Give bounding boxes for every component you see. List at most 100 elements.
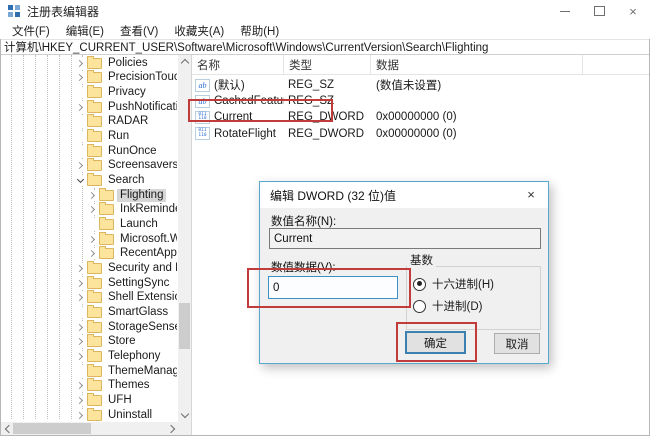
tree-item-launch[interactable]: Launch bbox=[1, 217, 177, 232]
expand-icon[interactable] bbox=[87, 248, 98, 259]
tree-item-precisiontouchpa[interactable]: PrecisionTouchPa bbox=[1, 71, 177, 86]
menu-item-f[interactable]: 文件(F) bbox=[4, 23, 58, 39]
tree-item-label: Search bbox=[105, 174, 147, 187]
tree-vertical-scrollbar[interactable] bbox=[178, 55, 191, 435]
value-name: Current bbox=[214, 111, 252, 123]
folder-icon bbox=[87, 263, 102, 274]
expand-icon[interactable] bbox=[75, 351, 86, 362]
folder-icon bbox=[87, 292, 102, 303]
maximize-button[interactable] bbox=[582, 0, 616, 22]
expand-icon[interactable] bbox=[75, 278, 86, 289]
expand-icon[interactable] bbox=[75, 380, 86, 391]
expand-icon[interactable] bbox=[75, 263, 86, 274]
menu-item-v[interactable]: 查看(V) bbox=[112, 23, 166, 39]
tree-item-microsoft-wind[interactable]: Microsoft.Wind bbox=[1, 232, 177, 247]
tree-item-storagesense[interactable]: StorageSense bbox=[1, 320, 177, 335]
collapse-icon[interactable] bbox=[75, 175, 86, 186]
expand-icon[interactable] bbox=[87, 234, 98, 245]
tree-item-themes[interactable]: Themes bbox=[1, 378, 177, 393]
scroll-right-icon[interactable] bbox=[165, 422, 178, 435]
tree-item-recentapps[interactable]: RecentApps bbox=[1, 247, 177, 262]
value-name: CachedFeature... bbox=[214, 95, 284, 107]
tree-item-uninstall[interactable]: Uninstall bbox=[1, 408, 177, 423]
cancel-button[interactable]: 取消 bbox=[494, 333, 540, 354]
tree-item-privacy[interactable]: Privacy bbox=[1, 85, 177, 100]
ok-button[interactable]: 确定 bbox=[405, 331, 466, 354]
expand-icon[interactable] bbox=[75, 292, 86, 303]
value-data: (数值未设置) bbox=[371, 77, 649, 93]
radio-hexadecimal[interactable]: 十六进制(H) bbox=[413, 276, 494, 292]
minimize-icon bbox=[560, 11, 570, 12]
column-header-data[interactable]: 数据 bbox=[371, 55, 583, 74]
value-row-cachedfeature[interactable]: CachedFeature...REG_SZ bbox=[192, 93, 649, 109]
tree-item-security-and-mai[interactable]: Security and Mai bbox=[1, 261, 177, 276]
expander-placeholder bbox=[75, 87, 86, 98]
folder-icon bbox=[87, 380, 102, 391]
value-name-field[interactable] bbox=[269, 228, 541, 249]
menu-item-h[interactable]: 帮助(H) bbox=[232, 23, 287, 39]
expand-icon[interactable] bbox=[75, 336, 86, 347]
expand-icon[interactable] bbox=[75, 58, 86, 69]
tree-item-label: Uninstall bbox=[105, 409, 155, 422]
address-bar[interactable]: 计算机\HKEY_CURRENT_USER\Software\Microsoft… bbox=[1, 39, 649, 55]
dialog-close-button[interactable]: × bbox=[518, 184, 544, 204]
expand-icon[interactable] bbox=[75, 322, 86, 333]
expand-icon[interactable] bbox=[75, 410, 86, 421]
radio-decimal[interactable]: 十进制(D) bbox=[413, 298, 482, 314]
folder-icon bbox=[87, 87, 102, 98]
folder-icon bbox=[87, 160, 102, 171]
folder-icon bbox=[87, 72, 102, 83]
tree-item-inkreminder[interactable]: InkReminder bbox=[1, 203, 177, 218]
menu-item-e[interactable]: 编辑(E) bbox=[58, 23, 112, 39]
tree-item-runonce[interactable]: RunOnce bbox=[1, 144, 177, 159]
tree-item-smartglass[interactable]: SmartGlass bbox=[1, 305, 177, 320]
tree-horizontal-scrollbar[interactable] bbox=[1, 422, 178, 435]
expand-icon[interactable] bbox=[75, 72, 86, 83]
value-row-item[interactable]: (默认)REG_SZ(数值未设置) bbox=[192, 77, 649, 93]
tree-item-telephony[interactable]: Telephony bbox=[1, 349, 177, 364]
reg-dword-icon bbox=[195, 127, 210, 140]
tree-item-run[interactable]: Run bbox=[1, 129, 177, 144]
minimize-button[interactable] bbox=[548, 0, 582, 22]
expander-placeholder bbox=[75, 307, 86, 318]
tree-item-shell-extensions[interactable]: Shell Extensions bbox=[1, 291, 177, 306]
folder-icon bbox=[99, 234, 114, 245]
radio-unselected-icon bbox=[413, 300, 426, 313]
tree-item-pushnotifications[interactable]: PushNotifications bbox=[1, 100, 177, 115]
tree-item-label: Privacy bbox=[105, 86, 149, 99]
tree-item-radar[interactable]: RADAR bbox=[1, 115, 177, 130]
horizontal-scroll-thumb[interactable] bbox=[13, 423, 91, 434]
expand-icon[interactable] bbox=[87, 190, 98, 201]
tree-item-label: Shell Extensions bbox=[105, 291, 177, 304]
tree-item-screensavers[interactable]: Screensavers bbox=[1, 159, 177, 174]
tree-item-settingsync[interactable]: SettingSync bbox=[1, 276, 177, 291]
vertical-scroll-thumb[interactable] bbox=[179, 303, 190, 349]
value-row-rotateflight[interactable]: RotateFlightREG_DWORD0x00000000 (0) bbox=[192, 126, 649, 142]
tree-item-label: Screensavers bbox=[105, 159, 177, 172]
scroll-down-icon[interactable] bbox=[178, 408, 191, 421]
menu-item-a[interactable]: 收藏夹(A) bbox=[166, 23, 232, 39]
tree-item-search[interactable]: Search bbox=[1, 173, 177, 188]
tree-item-label: Flighting bbox=[117, 189, 166, 202]
close-button[interactable]: × bbox=[616, 0, 650, 22]
scroll-up-icon[interactable] bbox=[178, 55, 191, 68]
tree-item-store[interactable]: Store bbox=[1, 334, 177, 349]
value-data: 0x00000000 (0) bbox=[371, 128, 649, 140]
tree-item-ufh[interactable]: UFH bbox=[1, 393, 177, 408]
tree-item-label: ThemeManager bbox=[105, 365, 177, 378]
expand-icon[interactable] bbox=[87, 204, 98, 215]
expander-placeholder bbox=[75, 146, 86, 157]
expand-icon[interactable] bbox=[75, 395, 86, 406]
value-row-current[interactable]: CurrentREG_DWORD0x00000000 (0) bbox=[192, 109, 649, 125]
column-header-type[interactable]: 类型 bbox=[284, 55, 371, 74]
tree-item-policies[interactable]: Policies bbox=[1, 56, 177, 71]
reg-sz-icon bbox=[195, 95, 210, 108]
tree-item-flighting[interactable]: Flighting bbox=[1, 188, 177, 203]
registry-path: 计算机\HKEY_CURRENT_USER\Software\Microsoft… bbox=[1, 39, 488, 55]
tree-item-thememanager[interactable]: ThemeManager bbox=[1, 364, 177, 379]
column-header-name[interactable]: 名称 bbox=[192, 55, 284, 74]
expand-icon[interactable] bbox=[75, 160, 86, 171]
value-data-field[interactable] bbox=[268, 276, 398, 299]
expand-icon[interactable] bbox=[75, 102, 86, 113]
expander-placeholder bbox=[75, 116, 86, 127]
